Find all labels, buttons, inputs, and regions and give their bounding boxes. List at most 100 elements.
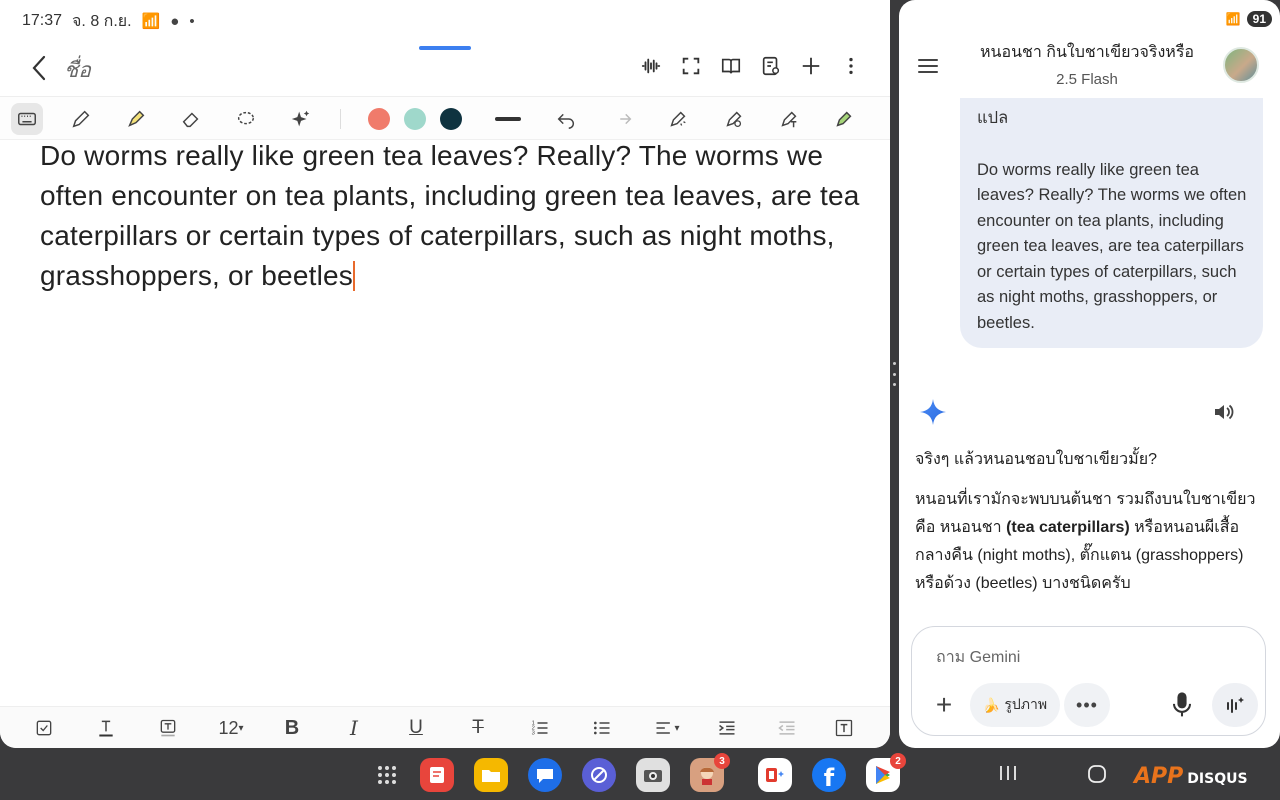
- messages-icon[interactable]: [528, 758, 562, 792]
- office-app-icon[interactable]: [758, 758, 792, 792]
- camera-icon[interactable]: [636, 758, 670, 792]
- drawing-toolbar: [0, 96, 890, 140]
- back-button[interactable]: [26, 52, 54, 84]
- format-toolbar: 12 ▾ B I U T 123 ▾: [0, 706, 890, 748]
- answer-heading: จริงๆ แล้วหนอนชอบใบชาเขียวมั้ย?: [915, 451, 1157, 468]
- page-settings-button[interactable]: [758, 52, 784, 80]
- note-title[interactable]: ชื่อ: [64, 54, 91, 87]
- model-selector[interactable]: 2.5 Flash: [959, 71, 1215, 88]
- prompt-box: + 🍌รูปภาพ •••: [911, 626, 1266, 736]
- note-header: ชื่อ: [0, 46, 890, 90]
- game-app-icon[interactable]: 3: [690, 753, 730, 792]
- wifi-icon: 📶: [141, 13, 161, 30]
- answer-text-bold: (tea caterpillars): [1006, 519, 1130, 536]
- wifi-icon: 📶: [1225, 12, 1241, 26]
- color-pen-icon[interactable]: [828, 103, 860, 135]
- color-swatch-navy[interactable]: [440, 108, 462, 130]
- lasso-icon[interactable]: [230, 103, 262, 135]
- highlighter-icon[interactable]: [120, 103, 152, 135]
- note-body[interactable]: Do worms really like green tea leaves? R…: [40, 136, 860, 296]
- image-chip-button[interactable]: 🍌 รูปภาพ: [970, 683, 1060, 727]
- voice-record-button[interactable]: [638, 52, 664, 80]
- watermark-disqus: DISQUS: [1187, 771, 1248, 787]
- home-button[interactable]: [1087, 764, 1107, 789]
- sparkle-icon[interactable]: [285, 103, 317, 135]
- color-swatch-red[interactable]: [368, 108, 390, 130]
- prompt-input[interactable]: [936, 645, 1236, 671]
- pen-to-text-icon[interactable]: [773, 103, 805, 135]
- pen-icon[interactable]: [65, 103, 97, 135]
- svg-text:3: 3: [532, 731, 535, 737]
- my-files-icon[interactable]: [474, 758, 508, 792]
- mic-icon[interactable]: [1168, 689, 1196, 721]
- status-date: จ. 8 ก.ย.: [72, 12, 132, 30]
- taskbar: 3 f 2: [0, 752, 1280, 800]
- checkbox-icon[interactable]: [30, 715, 58, 741]
- user-message-line1: แปล: [977, 109, 1009, 127]
- align-icon[interactable]: ▾: [650, 715, 684, 741]
- text-box-icon[interactable]: [830, 715, 858, 741]
- font-size-value: 12: [218, 717, 239, 738]
- status-time: 17:37: [22, 12, 63, 29]
- speaker-icon[interactable]: [1211, 400, 1235, 424]
- gemini-live-button[interactable]: [1212, 683, 1258, 727]
- samsung-notes-icon[interactable]: [420, 758, 454, 792]
- play-store-icon[interactable]: 2: [866, 753, 906, 792]
- top-tools: [638, 52, 864, 80]
- answer-paragraph: หนอนที่เรามักจะพบบนต้นชา รวมถึงบนใบชาเขี…: [915, 486, 1267, 598]
- strikethrough-button[interactable]: T: [464, 715, 492, 741]
- user-message: แปล Do worms really like green tea leave…: [960, 98, 1263, 348]
- chat-title[interactable]: หนอนชา กินใบชาเขียวจริงหรือ: [959, 40, 1215, 65]
- image-chip-label: รูปภาพ: [1004, 696, 1048, 712]
- add-button[interactable]: [798, 52, 824, 80]
- outdent-icon[interactable]: [773, 715, 801, 741]
- status-bar: 17:37 จ. 8 ก.ย. 📶 ● •: [22, 10, 195, 32]
- gemini-window: 📶 91 หนอนชา กินใบชาเขียวจริงหรือ 2.5 Fla…: [899, 0, 1280, 748]
- internet-icon[interactable]: [582, 758, 616, 792]
- status-icons: 📶 91: [1226, 11, 1272, 27]
- book-view-button[interactable]: [718, 52, 744, 80]
- ai-pen-icon[interactable]: [662, 103, 694, 135]
- numbered-list-icon[interactable]: 123: [526, 715, 554, 741]
- dot-icon: •: [189, 12, 195, 30]
- font-size-selector[interactable]: 12 ▾: [214, 715, 248, 741]
- color-swatch-teal[interactable]: [404, 108, 426, 130]
- recents-button[interactable]: [998, 764, 1018, 787]
- undo-icon[interactable]: [550, 103, 582, 135]
- redo-icon[interactable]: [607, 103, 639, 135]
- gemini-sparkle-icon: [920, 399, 946, 425]
- text-cursor: [352, 261, 355, 291]
- notes-window: 17:37 จ. 8 ก.ย. 📶 ● • ชื่อ Do worms real…: [0, 0, 890, 748]
- banana-icon: 🍌: [982, 696, 1001, 713]
- italic-button[interactable]: I: [340, 715, 368, 741]
- notification-badge: 2: [890, 753, 906, 769]
- bullet-list-icon[interactable]: [588, 715, 616, 741]
- add-attachment-button[interactable]: +: [930, 689, 958, 720]
- notification-badge: 3: [714, 753, 730, 769]
- eraser-icon[interactable]: [175, 103, 207, 135]
- indent-icon[interactable]: [713, 715, 741, 741]
- facebook-icon[interactable]: f: [812, 758, 846, 792]
- user-message-line2: Do worms really like green tea leaves? R…: [977, 160, 1247, 332]
- menu-icon[interactable]: [916, 54, 940, 78]
- chevron-down-icon: ▾: [238, 722, 244, 734]
- pen-settings-icon[interactable]: [718, 103, 750, 135]
- watermark-app: APP: [1134, 764, 1184, 789]
- underline-button[interactable]: U: [402, 715, 430, 741]
- more-options-button[interactable]: [838, 52, 864, 80]
- split-view-handle[interactable]: [892, 362, 896, 386]
- avatar[interactable]: [1223, 47, 1259, 83]
- stroke-width-selector[interactable]: [495, 117, 521, 121]
- fullscreen-button[interactable]: [678, 52, 704, 80]
- bold-button[interactable]: B: [278, 715, 306, 741]
- bag-icon: ●: [170, 12, 180, 30]
- keyboard-icon[interactable]: [11, 103, 43, 135]
- apps-grid-icon[interactable]: [370, 758, 404, 792]
- live-waveform-icon: [1227, 697, 1244, 713]
- text-background-icon[interactable]: [154, 715, 182, 741]
- text-color-icon[interactable]: [92, 715, 120, 741]
- more-tools-button[interactable]: •••: [1064, 683, 1110, 727]
- watermark-logo: APP DISQUS: [1134, 764, 1248, 789]
- chevron-down-icon: ▾: [674, 722, 680, 734]
- battery-level: 91: [1246, 11, 1272, 27]
